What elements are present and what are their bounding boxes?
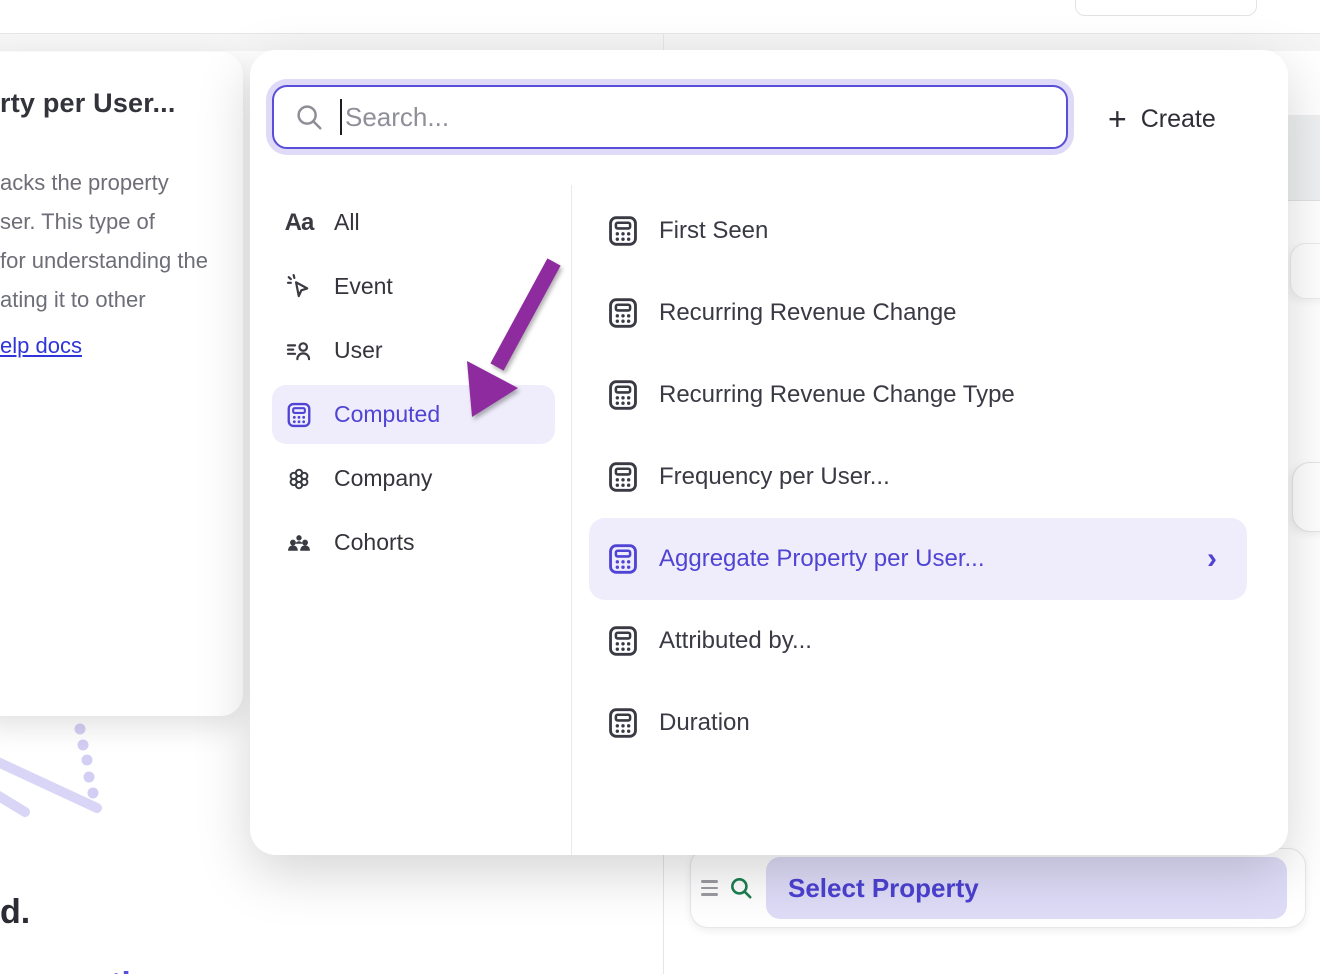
calculator-icon [605, 377, 641, 413]
search-input[interactable] [345, 102, 1050, 133]
select-property-card: Select Property [690, 848, 1306, 928]
text-aa-icon: Aa [284, 208, 314, 238]
user-list-icon [284, 336, 314, 366]
tooltip-title: rty per User... [0, 88, 233, 119]
category-company[interactable]: Company [272, 449, 555, 508]
clipped-heading: d. [0, 893, 30, 932]
drag-handle-icon[interactable] [701, 880, 718, 896]
category-all[interactable]: Aa All [272, 193, 555, 252]
page: d. properties rty per User... acks the p… [0, 0, 1320, 974]
top-strip [0, 34, 1320, 51]
cursor-click-icon [284, 272, 314, 302]
help-docs-link[interactable]: elp docs [0, 333, 82, 359]
create-button[interactable]: + Create [1108, 98, 1216, 140]
select-property-button[interactable]: Select Property [766, 857, 1287, 919]
property-aggregate-property-per-user[interactable]: Aggregate Property per User... › [589, 518, 1247, 600]
property-duration[interactable]: Duration [589, 688, 1247, 758]
calculator-icon [605, 459, 641, 495]
property-recurring-revenue-change[interactable]: Recurring Revenue Change [589, 278, 1247, 348]
plus-icon: + [1108, 103, 1127, 135]
background-card-edge-2 [1292, 462, 1320, 532]
calculator-icon [605, 623, 641, 659]
clipped-link[interactable]: properties [6, 962, 246, 974]
text-caret [340, 99, 342, 135]
decorative-lines-illustration [0, 718, 168, 828]
property-picker-modal: + Create Aa All Event [250, 50, 1288, 855]
property-frequency-per-user[interactable]: Frequency per User... [589, 442, 1247, 512]
property-first-seen[interactable]: First Seen [589, 196, 1247, 266]
search-icon [728, 875, 754, 901]
background-card-top-right [1075, 0, 1257, 16]
calculator-icon [605, 213, 641, 249]
calculator-icon [605, 705, 641, 741]
calculator-icon [605, 541, 641, 577]
background-block-right [1288, 115, 1320, 201]
property-attributed-by[interactable]: Attributed by... [589, 606, 1247, 676]
horizontal-divider [0, 33, 1320, 34]
search-icon [294, 102, 324, 132]
tooltip-body: acks the property ser. This type of for … [0, 163, 233, 319]
calculator-icon [284, 400, 314, 430]
chevron-right-icon: › [1207, 542, 1217, 576]
search-box[interactable] [272, 85, 1068, 149]
calculator-icon [605, 295, 641, 331]
property-tooltip-panel: rty per User... acks the property ser. T… [0, 52, 243, 716]
property-recurring-revenue-change-type[interactable]: Recurring Revenue Change Type [589, 360, 1247, 430]
category-cohorts[interactable]: Cohorts [272, 513, 555, 572]
company-cluster-icon [284, 464, 314, 494]
background-card-edge-1 [1290, 243, 1320, 299]
annotation-arrow [455, 245, 585, 445]
cohorts-people-icon [284, 528, 314, 558]
